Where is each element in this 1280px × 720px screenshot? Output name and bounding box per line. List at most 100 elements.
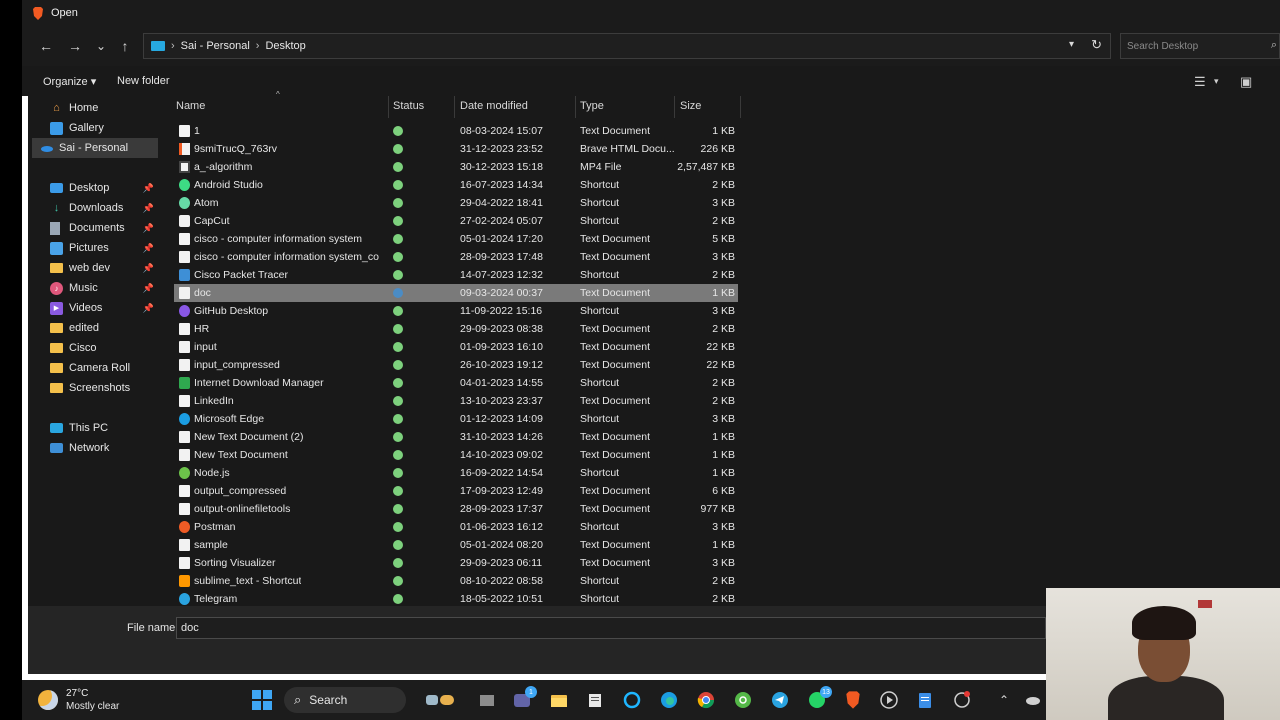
table-row[interactable]: cisco - computer information system 05-01… [174, 230, 738, 248]
sidebar-item-pictures[interactable]: Pictures 📌 [32, 238, 158, 258]
column-divider[interactable] [674, 96, 675, 118]
table-row[interactable]: LinkedIn 13-10-2023 23:37 Text Document 2 K… [174, 392, 738, 410]
sync-status-icon [393, 468, 403, 478]
table-row[interactable]: sublime_text - Shortcut 08-10-2022 08:58 S… [174, 572, 738, 590]
table-row[interactable]: output_compressed 17-09-2023 12:49 Text Do… [174, 482, 738, 500]
refresh-icon[interactable]: ↻ [1091, 37, 1102, 53]
sidebar-item-cisco[interactable]: Cisco [32, 338, 158, 358]
column-header-size[interactable]: Size [680, 96, 701, 116]
sidebar-item-desktop[interactable]: Desktop 📌 [32, 178, 158, 198]
sidebar-item-camera-roll[interactable]: Camera Roll [32, 358, 158, 378]
start-button[interactable] [252, 690, 272, 710]
table-row[interactable]: 1 08-03-2024 15:07 Text Document 1 KB [174, 122, 738, 140]
search-box[interactable]: ⌕ [1120, 33, 1280, 59]
pin-icon[interactable]: 📌 [143, 283, 154, 294]
sidebar-item-home[interactable]: ⌂ Home [32, 98, 158, 118]
file-name-input[interactable] [176, 617, 1046, 639]
pin-icon[interactable]: 📌 [143, 303, 154, 314]
table-row[interactable]: a_-algorithm 30-12-2023 15:18 MP4 File 2,57… [174, 158, 738, 176]
sidebar-item-this-pc[interactable]: This PC [32, 418, 158, 438]
table-row[interactable]: New Text Document 14-10-2023 09:02 Text Do… [174, 446, 738, 464]
table-row[interactable]: 9smiTrucQ_763rv 31-12-2023 23:52 Brave HTM… [174, 140, 738, 158]
widgets-icon[interactable] [424, 690, 458, 710]
search-input[interactable] [1127, 40, 1267, 52]
table-row[interactable]: Postman 01-06-2023 16:12 Shortcut 3 KB [174, 518, 738, 536]
column-divider[interactable] [575, 96, 576, 118]
telegram-icon[interactable] [770, 690, 790, 710]
new-folder-button[interactable]: New folder [117, 75, 170, 87]
up-button[interactable]: ↑ [115, 36, 135, 56]
table-row[interactable]: sample 05-01-2024 08:20 Text Document 1 KB [174, 536, 738, 554]
column-header-name[interactable]: Name [176, 96, 205, 116]
column-header-status[interactable]: Status [393, 96, 424, 116]
sidebar-item-documents[interactable]: Documents 📌 [32, 218, 158, 238]
view-dropdown-icon[interactable]: ▾ [1214, 76, 1219, 87]
table-row[interactable]: input 01-09-2023 16:10 Text Document 22 KB [174, 338, 738, 356]
column-divider[interactable] [740, 96, 741, 118]
table-row[interactable]: Microsoft Edge 01-12-2023 14:09 Shortcut 3 … [174, 410, 738, 428]
column-header-date-modified[interactable]: Date modified [460, 96, 528, 116]
sidebar-item-screenshots[interactable]: Screenshots [32, 378, 158, 398]
breadcrumb-sai-personal[interactable]: Sai - Personal [181, 40, 250, 52]
sidebar-item-network[interactable]: Network [32, 438, 158, 458]
weather-widget[interactable]: 27°C Mostly clear [38, 687, 119, 713]
media-player-icon[interactable] [879, 690, 899, 710]
table-row[interactable]: Android Studio 16-07-2023 14:34 Shortcut 2 … [174, 176, 738, 194]
teams-icon[interactable]: 1 [512, 686, 537, 710]
table-row[interactable]: Node.js 16-09-2022 14:54 Shortcut 1 KB [174, 464, 738, 482]
taskbar-search[interactable]: ⌕ Search [284, 687, 406, 713]
sidebar-item-music[interactable]: ♪ Music 📌 [32, 278, 158, 298]
address-bar[interactable]: › Sai - Personal › Desktop ▾ ↻ [143, 33, 1111, 59]
forward-button[interactable]: → [65, 36, 85, 56]
breadcrumb-desktop[interactable]: Desktop [265, 40, 305, 52]
preview-pane-icon[interactable]: ▣ [1240, 74, 1252, 90]
view-details-icon[interactable]: ☰ [1194, 74, 1206, 90]
chatgpt-icon[interactable] [733, 690, 753, 710]
edge-icon[interactable] [659, 690, 679, 710]
table-row[interactable]: Atom 29-04-2022 18:41 Shortcut 3 KB [174, 194, 738, 212]
file-type: Shortcut [580, 305, 620, 317]
task-view-icon[interactable] [477, 690, 497, 710]
column-divider[interactable] [388, 96, 389, 118]
table-row[interactable]: New Text Document (2) 31-10-2023 14:26 Tex… [174, 428, 738, 446]
sidebar-item-gallery[interactable]: Gallery [32, 118, 158, 138]
address-dropdown-icon[interactable]: ▾ [1069, 39, 1074, 50]
back-button[interactable]: ← [36, 36, 56, 56]
sidebar-item-videos[interactable]: ▶ Videos 📌 [32, 298, 158, 318]
sidebar-item-web-dev[interactable]: web dev 📌 [32, 258, 158, 278]
whatsapp-icon[interactable]: 13 [807, 686, 832, 710]
file-explorer-icon[interactable] [549, 690, 569, 710]
text-file-icon [179, 251, 190, 263]
sidebar-item-sai-personal[interactable]: Sai - Personal [32, 138, 158, 158]
file-date-modified: 08-03-2024 15:07 [460, 125, 543, 137]
table-row[interactable]: input_compressed 26-10-2023 19:12 Text Doc… [174, 356, 738, 374]
sidebar-item-edited[interactable]: edited [32, 318, 158, 338]
sidebar-item-downloads[interactable]: ↓ Downloads 📌 [32, 198, 158, 218]
table-row[interactable]: output-onlinefiletools 28-09-2023 17:37 Te… [174, 500, 738, 518]
cortana-icon[interactable] [622, 690, 642, 710]
table-row[interactable]: HR 29-09-2023 08:38 Text Document 2 KB [174, 320, 738, 338]
table-row[interactable]: doc 09-03-2024 00:37 Text Document 1 KB [174, 284, 738, 302]
brave-icon[interactable] [843, 690, 863, 710]
clipboard-app-icon[interactable] [915, 690, 935, 710]
column-header-type[interactable]: Type [580, 96, 604, 116]
pin-icon[interactable]: 📌 [143, 203, 154, 214]
recording-icon[interactable] [952, 690, 972, 710]
show-hidden-icons-icon[interactable]: ⌃ [994, 690, 1014, 710]
notepad-icon[interactable] [585, 690, 605, 710]
table-row[interactable]: CapCut 27-02-2024 05:07 Shortcut 2 KB [174, 212, 738, 230]
chrome-icon[interactable] [696, 690, 716, 710]
table-row[interactable]: Sorting Visualizer 29-09-2023 06:11 Text D… [174, 554, 738, 572]
column-divider[interactable] [454, 96, 455, 118]
table-row[interactable]: Internet Download Manager 04-01-2023 14:5… [174, 374, 738, 392]
recent-locations-button[interactable]: ⌄ [91, 36, 111, 56]
pin-icon[interactable]: 📌 [143, 243, 154, 254]
onedrive-tray-icon[interactable] [1022, 690, 1042, 710]
organize-button[interactable]: Organize ▾ [43, 75, 96, 88]
pin-icon[interactable]: 📌 [143, 263, 154, 274]
pin-icon[interactable]: 📌 [143, 183, 154, 194]
table-row[interactable]: GitHub Desktop 11-09-2022 15:16 Shortcut 3 … [174, 302, 738, 320]
table-row[interactable]: Cisco Packet Tracer 14-07-2023 12:32 Short… [174, 266, 738, 284]
table-row[interactable]: cisco - computer information system_co..… [174, 248, 738, 266]
pin-icon[interactable]: 📌 [143, 223, 154, 234]
